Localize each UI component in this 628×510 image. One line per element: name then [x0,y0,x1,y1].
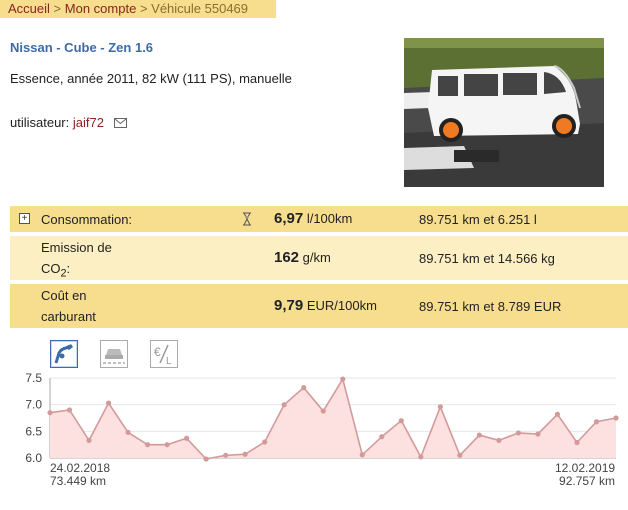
stats-row-emission: Emission de CO2: 162 g/km 89.751 km et 1… [10,236,628,280]
data-point [105,400,112,406]
cost-label-line1: Coût en [41,288,87,303]
cost-unit: EUR/100km [306,298,377,313]
breadcrumb-separator: > [139,1,148,16]
consumption-totals: 89.751 km et 6.251 l [419,212,537,227]
data-point [184,435,190,441]
consumption-value: 6,97 l/100km [274,210,352,227]
emission-label-line1: Emission de [41,240,112,255]
emission-label-line2: CO2: [41,258,70,285]
breadcrumb-current: Véhicule 550469 [151,1,249,16]
vehicle-specs: Essence, année 2011, 82 kW (111 PS), man… [10,71,292,86]
data-point [144,442,151,448]
data-point [223,452,229,458]
cost-per-liter-chart-button[interactable]: € L [150,340,178,368]
data-point [554,411,561,417]
data-point [203,456,209,462]
y-tick-label: 6.5 [25,424,42,438]
data-point [496,437,502,443]
data-point [437,404,443,410]
breadcrumb: Accueil > Mon compte > Véhicule 550469 [0,0,276,18]
data-point [379,434,385,440]
emission-value: 162 g/km [274,249,331,266]
cost-label-line2: carburant [41,309,96,324]
data-point [340,376,346,382]
y-tick-label: 7.0 [25,398,42,412]
emission-totals: 89.751 km et 14.566 kg [419,251,555,266]
breadcrumb-separator: > [53,1,62,16]
data-point [535,431,541,437]
distance-chart-button[interactable] [100,340,128,368]
consumption-label: Consommation: [41,212,133,227]
fuel-consumption-chart-button[interactable] [50,340,78,368]
stats-row-cost: Coût en carburant 9,79 EUR/100km 89.751 … [10,284,628,328]
data-point [164,442,170,448]
data-point [125,429,131,435]
emission-label-co: CO [41,261,61,276]
data-point [613,415,619,421]
consumption-chart: 7.5 7.0 6.5 6.0 [0,368,628,471]
owner-link[interactable]: jaif72 [73,115,104,130]
data-point [418,454,424,460]
vehicle-photo[interactable] [404,38,604,187]
y-tick-label: 7.5 [25,371,42,385]
data-point [398,418,404,424]
series-area [50,379,616,460]
chart-start-km: 73.449 km [50,474,107,488]
expand-icon[interactable]: + [19,213,30,224]
breadcrumb-account-link[interactable]: Mon compte [65,1,137,16]
data-point [476,432,482,438]
fuel-pump-icon [54,344,73,364]
chart-end-km: 92.757 km [559,474,616,488]
breadcrumb-home-link[interactable]: Accueil [8,1,50,16]
cost-totals: 89.751 km et 8.789 EUR [419,299,562,314]
cost-number: 9,79 [274,297,304,314]
data-point [574,439,580,446]
data-point [66,407,73,413]
chart-end-label: 12.02.2019 92.757 km [555,462,615,488]
data-point [301,385,307,391]
car-road-icon [103,349,125,364]
consumption-number: 6,97 [274,210,304,227]
svg-text:L: L [166,356,172,367]
data-point [515,430,522,436]
data-point [262,439,268,445]
consumption-unit: l/100km [306,211,353,226]
owner-label: utilisateur: [10,115,70,130]
emission-unit: g/km [302,250,331,265]
hourglass-icon[interactable] [242,212,252,229]
y-tick-label: 6.0 [25,451,42,465]
cost-value: 9,79 EUR/100km [274,297,377,314]
consumption-chart-svg: 7.5 7.0 6.5 6.0 [25,371,619,465]
data-point [457,452,463,458]
emission-number: 162 [274,249,300,266]
data-point [242,451,248,457]
data-point [359,452,365,458]
data-point [86,437,92,443]
vehicle-owner: utilisateur: jaif72 [10,115,127,131]
euro-per-liter-icon: € L [154,344,172,367]
data-point [281,402,287,408]
data-point [320,408,326,414]
data-point [47,410,53,416]
vehicle-title: Nissan - Cube - Zen 1.6 [10,40,154,55]
emission-label-colon: : [66,261,71,276]
svg-text:€: € [154,345,161,359]
stats-row-consumption: + Consommation: 6,97 l/100km 89.751 km e… [10,206,628,232]
envelope-icon[interactable] [113,116,127,131]
data-point [593,419,600,425]
chart-start-label: 24.02.2018 73.449 km [50,462,110,488]
